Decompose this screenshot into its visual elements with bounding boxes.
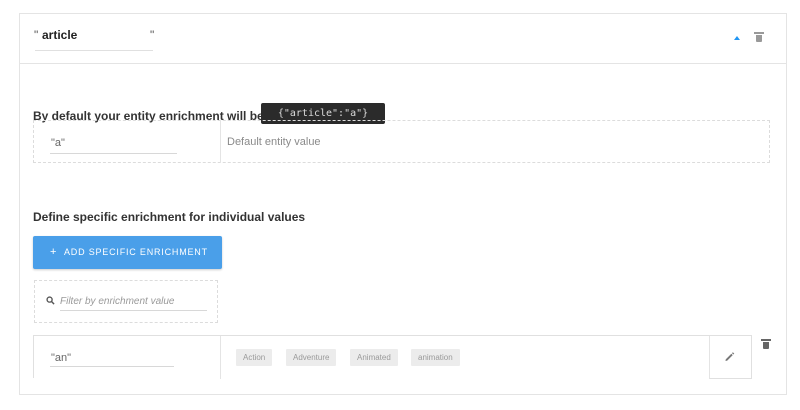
entity-name: article <box>42 28 78 42</box>
tag-chip: Animated <box>350 349 398 366</box>
default-value-description: Default entity value <box>227 136 321 148</box>
enrichment-value-input[interactable]: "an" <box>51 352 71 364</box>
search-icon <box>46 296 55 305</box>
default-value-box: "a" Default entity value <box>33 120 770 163</box>
tag-chip: animation <box>411 349 460 366</box>
chevron-up-icon[interactable] <box>734 36 740 40</box>
trash-icon[interactable] <box>761 339 771 349</box>
filter-input[interactable] <box>60 294 204 308</box>
tag-chip: Action <box>236 349 273 366</box>
pencil-icon <box>725 352 735 361</box>
add-button-label: ADD SPECIFIC ENRICHMENT <box>64 247 208 257</box>
specific-enrichment-title: Define specific enrichment for individua… <box>33 210 306 224</box>
filter-underline <box>60 310 207 311</box>
enrichment-value-underline <box>50 366 174 367</box>
close-quote: " <box>150 28 155 42</box>
entity-name-underline <box>35 50 153 51</box>
entity-header: " article " <box>20 14 786 64</box>
open-quote: " <box>34 28 39 42</box>
enrichment-row: "an" Action Adventure Animated animation <box>33 335 752 379</box>
edit-button[interactable] <box>709 336 752 379</box>
filter-box <box>34 280 218 323</box>
enrichment-value-cell: "an" <box>34 336 221 379</box>
trash-icon[interactable] <box>754 32 764 42</box>
entity-name-field[interactable]: " article " <box>34 28 155 51</box>
default-value-cell: "a" <box>34 121 221 162</box>
default-value-input[interactable]: "a" <box>51 137 65 149</box>
default-value-underline <box>50 153 177 154</box>
tag-chip: Adventure <box>286 349 337 366</box>
add-specific-enrichment-button[interactable]: + ADD SPECIFIC ENRICHMENT <box>33 236 222 269</box>
entity-card: " article " By default your entity enric… <box>19 13 787 395</box>
plus-icon: + <box>50 246 58 258</box>
